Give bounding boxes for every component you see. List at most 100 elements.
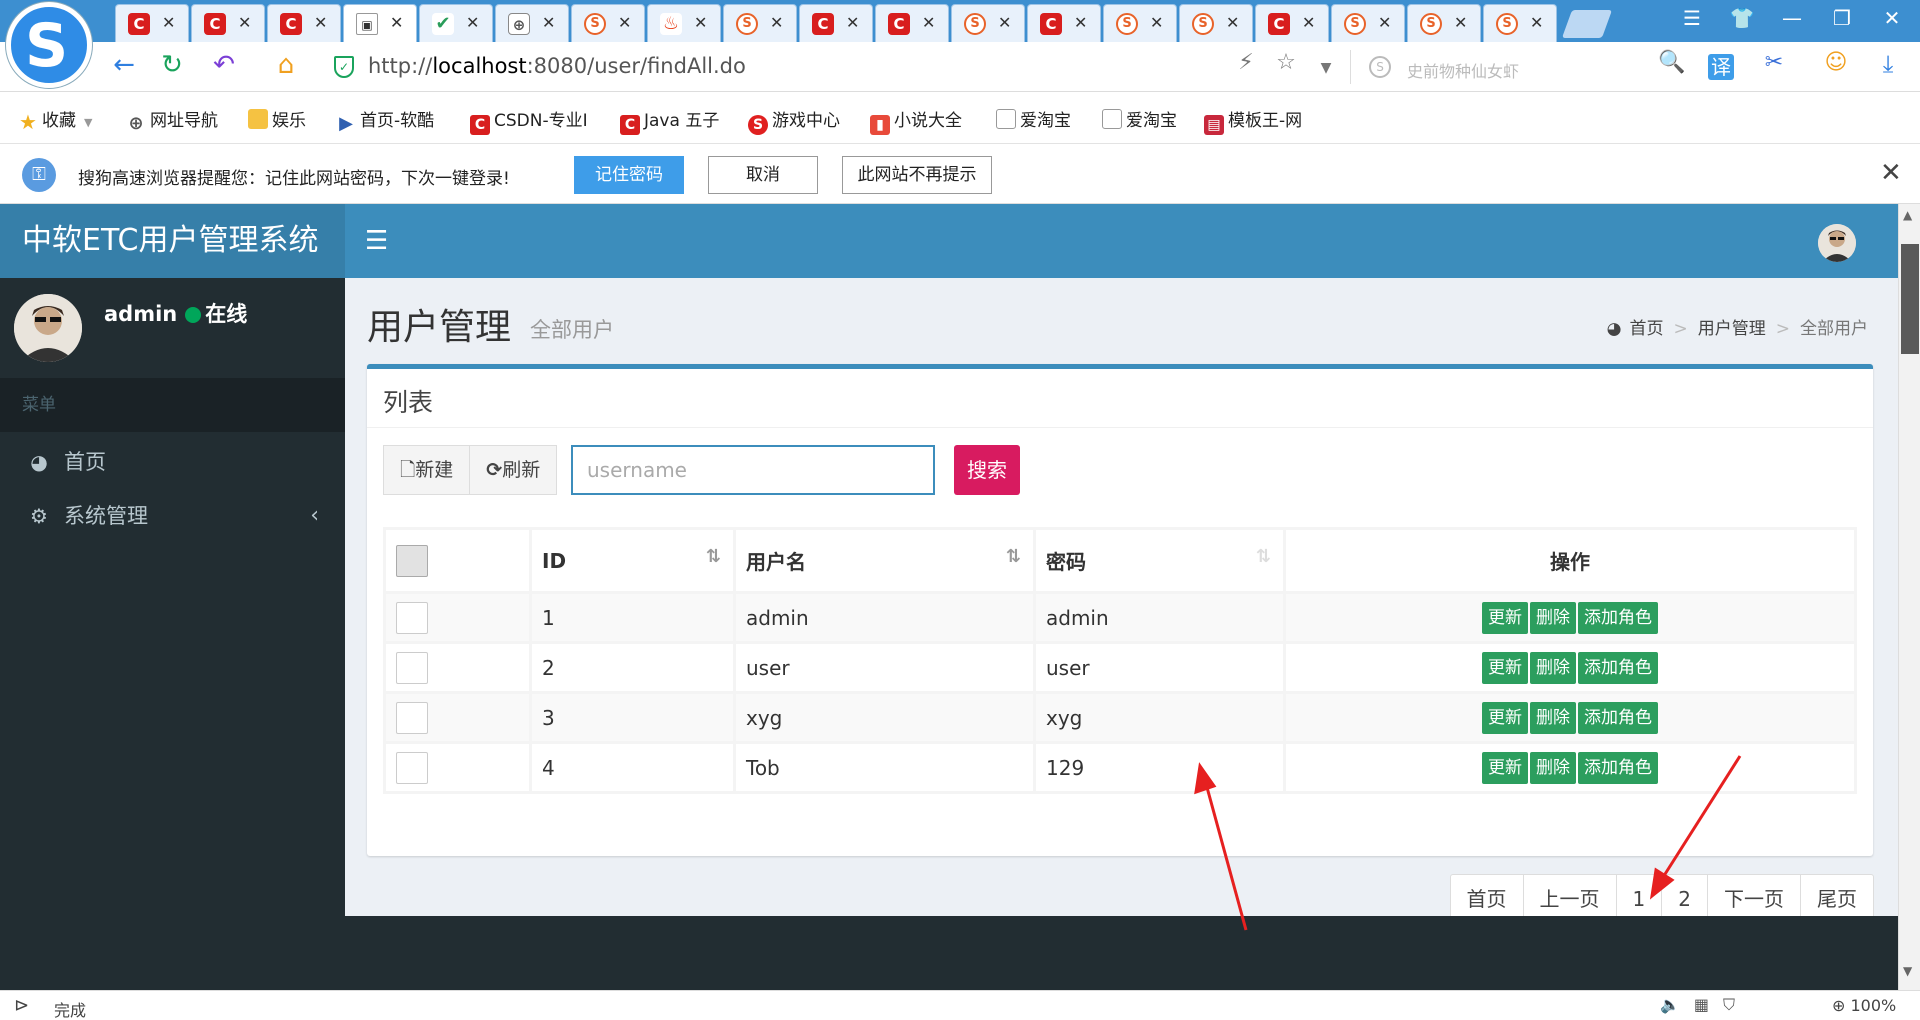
row-checkbox[interactable] bbox=[396, 651, 428, 684]
delete-button[interactable]: 删除 bbox=[1530, 601, 1576, 634]
address-bar[interactable]: ✓ http://localhost:8080/user/findAll.do bbox=[322, 50, 1322, 84]
close-tab-icon[interactable]: ✕ bbox=[466, 13, 479, 32]
update-button[interactable]: 更新 bbox=[1482, 651, 1528, 684]
browser-tab[interactable]: C ✕ bbox=[875, 4, 949, 42]
back-arrow-icon[interactable]: ← bbox=[106, 50, 142, 80]
close-tab-icon[interactable]: ✕ bbox=[846, 13, 859, 32]
shield-icon[interactable]: ⛉ bbox=[1723, 995, 1749, 1014]
search-input[interactable] bbox=[571, 445, 935, 495]
add-role-button[interactable]: 添加角色 bbox=[1578, 601, 1658, 634]
sidebar-toggle-icon[interactable]: ☰ bbox=[365, 226, 388, 256]
speaker-icon[interactable]: 🔈 bbox=[1660, 995, 1694, 1014]
breadcrumb-home[interactable]: 首页 bbox=[1630, 319, 1664, 339]
browser-tab[interactable]: C ✕ bbox=[1027, 4, 1101, 42]
bookmark-item[interactable]: 娱乐 bbox=[248, 106, 306, 131]
browser-tab-active[interactable]: ▣ ✕ bbox=[343, 4, 417, 42]
scrollbar-thumb[interactable] bbox=[1901, 244, 1919, 354]
close-tab-icon[interactable]: ✕ bbox=[162, 13, 175, 32]
remember-password-button[interactable]: 记住密码 bbox=[574, 156, 684, 194]
delete-button[interactable]: 删除 bbox=[1530, 651, 1576, 684]
bookmark-item[interactable]: C Java 五子 bbox=[620, 106, 719, 135]
sidebar-item-system-management[interactable]: ⚙ 系统管理 ‹ bbox=[0, 486, 345, 546]
sort-desc-icon[interactable]: ⇅ bbox=[1006, 546, 1021, 567]
breadcrumb-user-management[interactable]: 用户管理 bbox=[1698, 319, 1766, 339]
bookmark-item[interactable]: 爱淘宝 bbox=[996, 106, 1071, 131]
search-button[interactable]: 搜索 bbox=[954, 445, 1020, 495]
select-all-checkbox[interactable] bbox=[396, 544, 428, 577]
bookmark-item[interactable]: ▶ 首页-软酷 bbox=[336, 106, 434, 134]
update-button[interactable]: 更新 bbox=[1482, 601, 1528, 634]
zoom-level[interactable]: ⊕ 100% bbox=[1832, 996, 1896, 1015]
undo-icon[interactable]: ↶ bbox=[206, 50, 242, 80]
browser-tab[interactable]: S ✕ bbox=[723, 4, 797, 42]
update-button[interactable]: 更新 bbox=[1482, 701, 1528, 734]
close-tab-icon[interactable]: ✕ bbox=[1378, 13, 1391, 32]
skin-icon[interactable]: 👕 bbox=[1722, 6, 1762, 36]
scroll-up-icon[interactable]: ▲ bbox=[1903, 208, 1912, 222]
download-icon[interactable]: ⤓ bbox=[1870, 50, 1906, 78]
cancel-button[interactable]: 取消 bbox=[708, 156, 818, 194]
menu-icon[interactable]: ☰ bbox=[1672, 6, 1712, 36]
browser-logo[interactable]: S bbox=[6, 2, 92, 88]
refresh-button[interactable]: ⟳刷新 bbox=[470, 445, 558, 495]
close-tab-icon[interactable]: ✕ bbox=[1454, 13, 1467, 32]
lightning-icon[interactable]: ⚡ bbox=[1228, 50, 1264, 75]
close-icon[interactable]: ✕ bbox=[1880, 158, 1902, 188]
close-tab-icon[interactable]: ✕ bbox=[314, 13, 327, 32]
browser-tab[interactable]: ♨ ✕ bbox=[647, 4, 721, 42]
close-tab-icon[interactable]: ✕ bbox=[1074, 13, 1087, 32]
calendar-icon[interactable]: ▦ bbox=[1694, 995, 1723, 1014]
close-tab-icon[interactable]: ✕ bbox=[694, 13, 707, 32]
close-tab-icon[interactable]: ✕ bbox=[390, 13, 403, 32]
sort-asc-icon[interactable]: ⇅ bbox=[706, 546, 721, 567]
browser-tab[interactable]: C ✕ bbox=[1255, 4, 1329, 42]
sidebar-item-home[interactable]: ◕ 首页 bbox=[0, 432, 345, 492]
minimize-icon[interactable]: — bbox=[1772, 6, 1812, 36]
column-header-password[interactable]: 密码 ⇅ bbox=[1033, 527, 1286, 594]
browser-tab[interactable]: C ✕ bbox=[191, 4, 265, 42]
close-tab-icon[interactable]: ✕ bbox=[1226, 13, 1239, 32]
bookmark-item[interactable]: ⊕ 网址导航 bbox=[126, 106, 218, 134]
add-role-button[interactable]: 添加角色 bbox=[1578, 651, 1658, 684]
browser-tab[interactable]: S ✕ bbox=[1179, 4, 1253, 42]
browser-tab[interactable]: ✔ ✕ bbox=[419, 4, 493, 42]
browser-tab[interactable]: S ✕ bbox=[1407, 4, 1481, 42]
browser-tab[interactable]: S ✕ bbox=[1331, 4, 1405, 42]
close-tab-icon[interactable]: ✕ bbox=[618, 13, 631, 32]
delete-button[interactable]: 删除 bbox=[1530, 701, 1576, 734]
close-tab-icon[interactable]: ✕ bbox=[998, 13, 1011, 32]
bookmark-item[interactable]: ▮ 小说大全 bbox=[870, 106, 962, 135]
smiley-icon[interactable]: ☺ bbox=[1818, 50, 1854, 75]
column-header-id[interactable]: ID ⇅ bbox=[529, 527, 736, 594]
page-scrollbar[interactable]: ▲ ▼ bbox=[1898, 204, 1920, 990]
home-icon[interactable]: ⌂ bbox=[268, 50, 304, 80]
star-icon[interactable]: ☆ bbox=[1268, 50, 1304, 75]
never-prompt-button[interactable]: 此网站不再提示 bbox=[842, 156, 992, 194]
sidebar-toggle-icon[interactable]: ⊳ bbox=[14, 995, 29, 1016]
close-tab-icon[interactable]: ✕ bbox=[238, 13, 251, 32]
url-text[interactable]: http://localhost:8080/user/findAll.do bbox=[368, 54, 746, 78]
add-role-button[interactable]: 添加角色 bbox=[1578, 751, 1658, 784]
search-icon[interactable]: 🔍 bbox=[1654, 50, 1690, 75]
new-button[interactable]: 🗋新建 bbox=[383, 445, 471, 495]
close-tab-icon[interactable]: ✕ bbox=[922, 13, 935, 32]
close-tab-icon[interactable]: ✕ bbox=[1302, 13, 1315, 32]
browser-tab[interactable]: S ✕ bbox=[1103, 4, 1177, 42]
close-window-icon[interactable]: ✕ bbox=[1872, 6, 1912, 36]
add-role-button[interactable]: 添加角色 bbox=[1578, 701, 1658, 734]
browser-tab[interactable]: S ✕ bbox=[951, 4, 1025, 42]
bookmark-item[interactable]: S 游戏中心 bbox=[748, 106, 840, 135]
header-avatar[interactable] bbox=[1818, 224, 1856, 262]
sort-icon[interactable]: ⇅ bbox=[1256, 546, 1271, 567]
reload-icon[interactable]: ↻ bbox=[154, 50, 190, 80]
bookmark-item[interactable]: ★ 收藏 ▼ bbox=[18, 106, 92, 132]
app-brand[interactable]: 中软ETC用户管理系统 bbox=[0, 204, 345, 278]
browser-tab[interactable]: C ✕ bbox=[267, 4, 341, 42]
close-tab-icon[interactable]: ✕ bbox=[770, 13, 783, 32]
row-checkbox[interactable] bbox=[396, 751, 428, 784]
browser-tab[interactable]: C ✕ bbox=[115, 4, 189, 42]
bookmark-item[interactable]: C CSDN-专业I bbox=[470, 106, 588, 135]
scissors-icon[interactable]: ✂ bbox=[1756, 50, 1792, 75]
column-header-username[interactable]: 用户名 ⇅ bbox=[733, 527, 1036, 594]
restore-icon[interactable]: ❐ bbox=[1822, 6, 1862, 36]
